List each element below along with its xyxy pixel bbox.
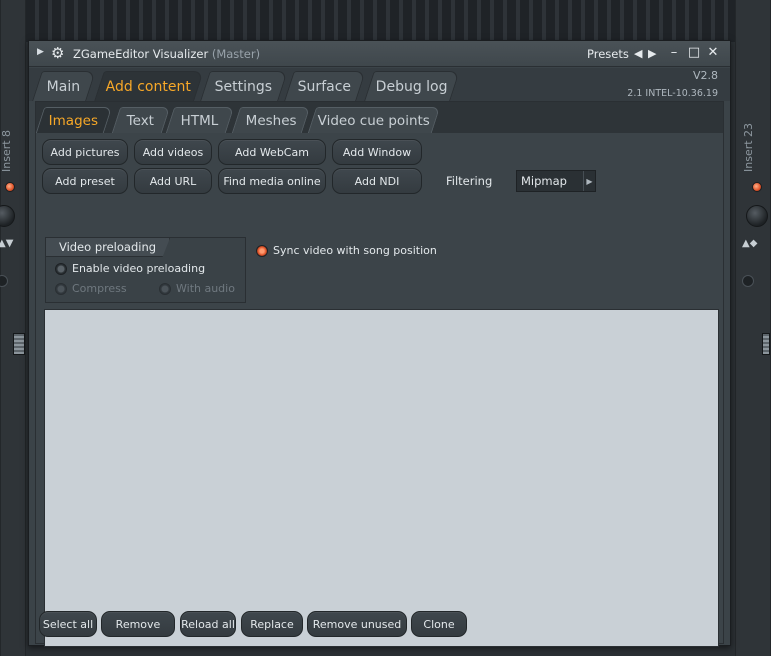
add-preset-button[interactable]: Add preset	[42, 168, 128, 194]
filtering-label: Filtering	[446, 174, 493, 188]
add-webcam-button[interactable]: Add WebCam	[218, 139, 326, 165]
add-url-button[interactable]: Add URL	[134, 168, 212, 194]
add-ndi-button[interactable]: Add NDI	[332, 168, 422, 194]
tab-main-label: Main	[47, 78, 81, 95]
presets-button[interactable]: Presets	[587, 47, 629, 61]
window-title: ZGameEditor Visualizer (Master)	[73, 47, 260, 61]
small-knob-left[interactable]	[0, 275, 8, 287]
insert-label-left: Insert 8	[0, 129, 13, 172]
close-icon[interactable]: ✕	[706, 45, 720, 60]
subtab-text[interactable]: Text	[111, 107, 171, 133]
tab-settings[interactable]: Settings	[200, 71, 288, 101]
subtab-html[interactable]: HTML	[165, 107, 235, 133]
video-preloading-title: Video preloading	[46, 238, 170, 257]
mixer-strip-right: Insert 23 ▲◆	[735, 0, 771, 656]
add-window-button[interactable]: Add Window	[332, 139, 422, 165]
sync-video-label: Sync video with song position	[273, 244, 437, 257]
fader-left[interactable]	[13, 333, 25, 355]
arrows-icon-right: ▲◆	[742, 238, 758, 249]
window-title-text: ZGameEditor Visualizer	[73, 47, 209, 61]
reload-all-button[interactable]: Reload all	[180, 611, 236, 637]
tab-main[interactable]: Main	[32, 71, 96, 101]
dropdown-arrow-icon: ▶	[583, 171, 595, 191]
enable-preloading-radio[interactable]	[55, 263, 67, 275]
gear-icon[interactable]: ⚙	[51, 44, 64, 62]
main-tabbar: Main Add content Settings Surface Debug …	[29, 68, 730, 101]
collapse-arrow-icon[interactable]: ▶	[37, 47, 44, 57]
tab-debug-log[interactable]: Debug log	[364, 71, 460, 101]
compress-label: Compress	[72, 282, 127, 295]
arrows-icon-left: ▲▼	[0, 238, 14, 249]
window-subtitle: (Master)	[211, 47, 261, 61]
sync-video-radio[interactable]	[256, 245, 268, 257]
subtab-text-label: Text	[127, 112, 155, 129]
pan-knob-right[interactable]	[746, 205, 768, 227]
remove-button[interactable]: Remove	[101, 611, 175, 637]
subtab-meshes[interactable]: Meshes	[231, 107, 311, 133]
mixer-background	[0, 0, 771, 42]
tab-surface-label: Surface	[298, 78, 352, 95]
with-audio-radio[interactable]	[159, 283, 171, 295]
with-audio-label: With audio	[176, 282, 235, 295]
maximize-icon[interactable]: □	[687, 45, 701, 60]
tab-add-content[interactable]: Add content	[94, 71, 204, 101]
preset-prev-icon[interactable]: ◀	[634, 47, 642, 60]
insert-led-right[interactable]	[752, 182, 762, 192]
filtering-select[interactable]: Mipmap ▶	[516, 170, 596, 192]
insert-label-right: Insert 23	[742, 122, 755, 172]
subtab-meshes-label: Meshes	[245, 112, 297, 129]
pan-knob-left[interactable]	[0, 205, 15, 227]
enable-preloading-label: Enable video preloading	[72, 262, 206, 275]
tab-surface[interactable]: Surface	[284, 71, 366, 101]
subtab-html-label: HTML	[181, 112, 219, 129]
minimize-icon[interactable]: –	[667, 45, 681, 60]
title-bar[interactable]: ▶ ⚙ ZGameEditor Visualizer (Master) Pres…	[29, 41, 730, 67]
filtering-value: Mipmap	[521, 174, 567, 188]
subtab-video-cue-points[interactable]: Video cue points	[307, 107, 441, 133]
fader-right[interactable]	[762, 333, 770, 355]
tab-add-content-label: Add content	[106, 78, 192, 95]
build-label: 2.1 INTEL-10.36.19	[627, 88, 718, 99]
tab-debug-log-label: Debug log	[375, 78, 448, 95]
find-media-online-button[interactable]: Find media online	[218, 168, 326, 194]
insert-led-left[interactable]	[5, 182, 15, 192]
content-panel: Images Text HTML Meshes Video cue points…	[35, 101, 724, 647]
add-videos-button[interactable]: Add videos	[134, 139, 212, 165]
bottom-toolbar: Select all Remove Reload all Replace Rem…	[35, 609, 724, 643]
select-all-button[interactable]: Select all	[39, 611, 97, 637]
tab-settings-label: Settings	[215, 78, 273, 95]
add-pictures-button[interactable]: Add pictures	[42, 139, 128, 165]
subtab-images-label: Images	[49, 112, 99, 129]
compress-radio[interactable]	[55, 283, 67, 295]
video-preloading-group: Video preloading Enable video preloading…	[45, 237, 246, 303]
sub-tabbar: Images Text HTML Meshes Video cue points	[35, 102, 723, 133]
mixer-strip-left: Insert 8 ▲▼	[0, 0, 26, 656]
remove-unused-button[interactable]: Remove unused	[307, 611, 407, 637]
preset-next-icon[interactable]: ▶	[648, 47, 656, 60]
small-knob-right[interactable]	[742, 275, 754, 287]
subtab-video-cue-points-label: Video cue points	[317, 112, 430, 129]
clone-button[interactable]: Clone	[411, 611, 467, 637]
plugin-window: ▶ ⚙ ZGameEditor Visualizer (Master) Pres…	[28, 40, 731, 647]
content-list[interactable]	[44, 309, 719, 647]
replace-button[interactable]: Replace	[241, 611, 303, 637]
version-label: V2.8	[692, 69, 718, 82]
subtab-images[interactable]: Images	[35, 107, 113, 133]
